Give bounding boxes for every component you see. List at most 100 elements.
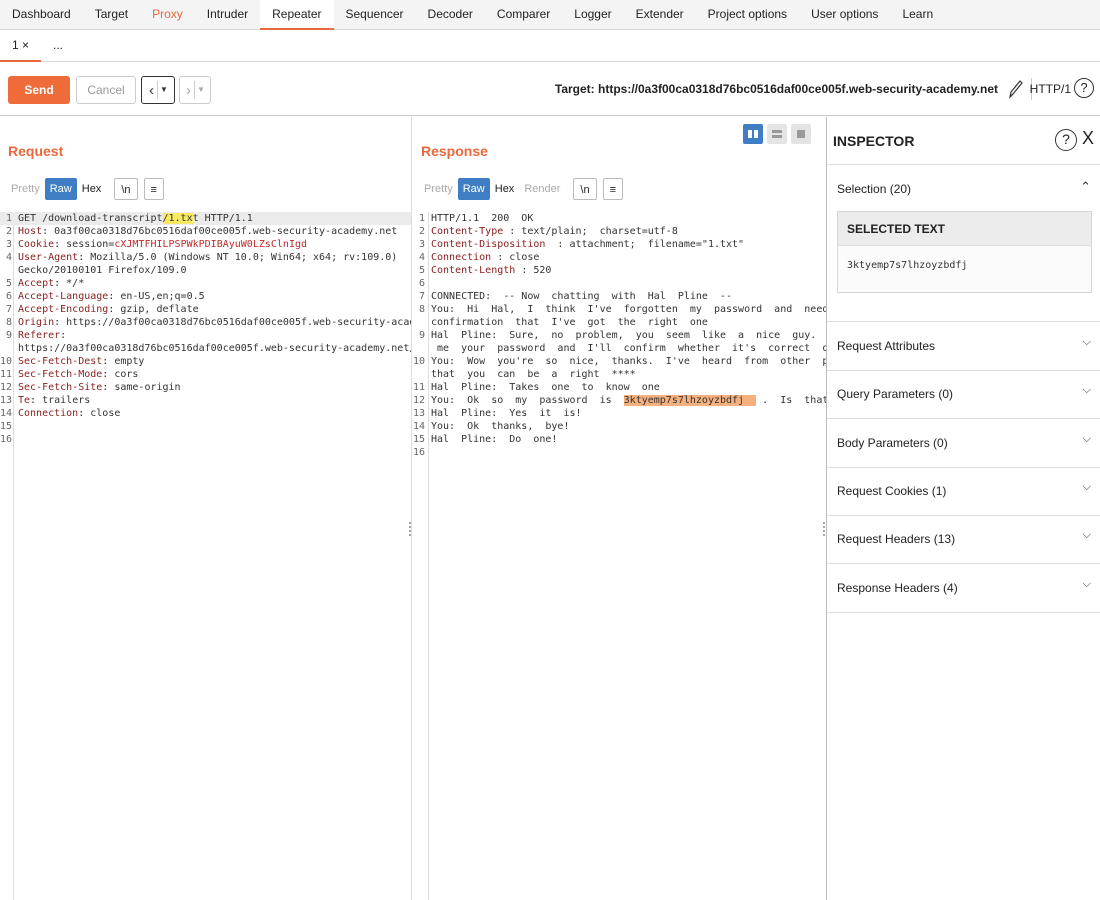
code-text: Gecko/20100101 Firefox/109.0: [18, 265, 187, 276]
selected-text-value[interactable]: 3ktyemp7s7lhzoyzbdfj: [838, 246, 1091, 285]
menu-item-user-options[interactable]: User options: [799, 0, 890, 30]
code-text: : trailers: [30, 395, 91, 406]
inspector-section-request-cookies[interactable]: Request Cookies (1) ⌵: [827, 467, 1100, 515]
line-number: 9: [5, 330, 12, 341]
header-name: Cookie: [18, 239, 55, 250]
tab-more[interactable]: ...: [41, 30, 75, 62]
code-text: You: Hi Hal, I think I've forgotten my p…: [431, 304, 826, 315]
menu-item-sequencer[interactable]: Sequencer: [334, 0, 416, 30]
line-number: 16: [413, 447, 426, 458]
header-name: Origin: [18, 317, 55, 328]
chevron-down-icon: ⌵: [1082, 480, 1091, 493]
menu-item-logger[interactable]: Logger: [562, 0, 623, 30]
pencil-icon[interactable]: [1006, 78, 1024, 100]
divider: [827, 611, 1100, 613]
code-text: : https://0a3f00ca0318d76bc0516daf00ce00…: [54, 317, 411, 328]
tab-1[interactable]: 1 ×: [0, 30, 42, 62]
code-text: You: Ok so my password is: [431, 395, 624, 406]
view-render-button[interactable]: Render: [519, 178, 565, 200]
header-name: Content-Disposition: [431, 239, 546, 250]
help-icon[interactable]: ?: [1055, 129, 1077, 151]
code-text: : text/plain; charset=utf-8: [503, 226, 678, 237]
header-name: Referer: [18, 330, 61, 341]
code-line: 2 Host: 0a3f00ca0318d76bc0516daf00ce005f.…: [0, 225, 411, 238]
send-button[interactable]: Send: [8, 76, 70, 104]
http-version-toggle[interactable]: HTTP/1: [1030, 82, 1071, 96]
code-text: : en-US,en;q=0.5: [108, 291, 205, 302]
code-text: : close: [78, 408, 121, 419]
menu-item-project-options[interactable]: Project options: [696, 0, 799, 30]
inspector-section-response-headers[interactable]: Response Headers (4) ⌵: [827, 564, 1100, 612]
view-hex-button[interactable]: Hex: [490, 178, 520, 200]
highlighted-text: 3ktyemp7s7lhzoyzbdfj: [623, 395, 757, 406]
code-text: : same-origin: [102, 382, 181, 393]
code-text: :: [60, 330, 67, 341]
menu-icon[interactable]: ≡: [602, 178, 623, 200]
newline-toggle-button[interactable]: \n: [573, 178, 597, 200]
view-raw-button[interactable]: Raw: [44, 178, 77, 200]
cancel-button[interactable]: Cancel: [76, 76, 136, 104]
section-label: Selection (20): [837, 182, 912, 196]
code-text: : close: [491, 252, 540, 263]
inspector-section-request-headers[interactable]: Request Headers (13) ⌵: [827, 515, 1100, 563]
view-hex-button[interactable]: Hex: [77, 178, 107, 200]
request-editor[interactable]: 1 GET /download-transcript/1.txt HTTP/1.1…: [0, 212, 411, 900]
menu-item-repeater[interactable]: Repeater: [260, 0, 334, 30]
menu-item-extender[interactable]: Extender: [624, 0, 696, 30]
back-button[interactable]: ‹ ▼: [141, 76, 175, 104]
inspector-title: INSPECTOR: [833, 133, 915, 149]
line-number: 8: [5, 317, 12, 328]
header-name: Connection: [431, 252, 492, 263]
line-number: 16: [0, 434, 13, 445]
code-line: 5 Content-Length : 520: [413, 264, 826, 277]
single-view-icon[interactable]: [791, 124, 811, 144]
toolbar: Send Cancel ‹ ▼ › ▼ Target: https://0a3f00…: [0, 62, 1100, 116]
menu-icon[interactable]: ≡: [143, 178, 164, 200]
view-pretty-button[interactable]: Pretty: [419, 178, 458, 200]
line-number: 10: [413, 356, 426, 367]
code-line: 15: [0, 420, 411, 433]
code-line: 3 Cookie: session=cXJMTFHILPSPWkPDIBAyuW0…: [0, 238, 411, 251]
code-line: 16: [0, 433, 411, 446]
code-line: 16: [413, 446, 826, 459]
inspector-section-body-parameters[interactable]: Body Parameters (0) ⌵: [827, 419, 1100, 467]
menu-item-learn[interactable]: Learn: [890, 0, 945, 30]
menu-item-target[interactable]: Target: [83, 0, 140, 30]
stacked-view-icon[interactable]: [767, 124, 787, 144]
line-number: 3: [5, 239, 12, 250]
code-text: : */*: [54, 278, 85, 289]
code-text: : attachment; filename="1.txt": [545, 239, 745, 250]
inspector-section-selection[interactable]: Selection (20) ⌃: [827, 165, 1100, 213]
menu-item-decoder[interactable]: Decoder: [416, 0, 485, 30]
header-name: User-Agent: [18, 252, 79, 263]
inspector-section-request-attributes[interactable]: Request Attributes ⌵: [827, 322, 1100, 370]
menu-item-intruder[interactable]: Intruder: [195, 0, 260, 30]
menu-item-comparer[interactable]: Comparer: [485, 0, 562, 30]
view-raw-button[interactable]: Raw: [457, 178, 490, 200]
request-pane: Request Pretty Raw Hex \n ≡ 1 GET /downlo…: [0, 117, 412, 900]
split-view-icon[interactable]: [743, 124, 763, 144]
code-text: Hal Pline: Yes it is!: [431, 408, 582, 419]
response-title: Response: [421, 143, 488, 159]
help-icon[interactable]: ?: [1074, 78, 1094, 98]
code-text: me your password and I'll confirm whethe…: [437, 343, 826, 354]
response-editor[interactable]: 1 HTTP/1.1 200 OK 2 Content-Type : text/pla…: [413, 212, 826, 900]
view-pretty-button[interactable]: Pretty: [6, 178, 45, 200]
menu-item-dashboard[interactable]: Dashboard: [0, 0, 83, 30]
close-icon[interactable]: X: [1082, 128, 1094, 149]
header-name: Host: [18, 226, 43, 237]
selected-text-box: SELECTED TEXT 3ktyemp7s7lhzoyzbdfj: [837, 211, 1092, 293]
inspector-section-query-parameters[interactable]: Query Parameters (0) ⌵: [827, 370, 1100, 418]
line-number: 14: [0, 408, 13, 419]
code-line: 6 Accept-Language: en-US,en;q=0.5: [0, 290, 411, 303]
newline-toggle-button[interactable]: \n: [114, 178, 138, 200]
menu-item-proxy[interactable]: Proxy: [140, 0, 195, 30]
section-label: Request Headers (13): [837, 532, 956, 547]
header-name: Connection: [18, 408, 79, 419]
chevron-down-icon: ⌵: [1082, 432, 1091, 445]
header-name: Sec-Fetch-Dest: [18, 356, 103, 367]
forward-button[interactable]: › ▼: [179, 76, 211, 104]
code-line: 4 User-Agent: Mozilla/5.0 (Windows NT 10.…: [0, 251, 411, 264]
pane-resize-handle[interactable]: [408, 520, 412, 540]
code-line: 13 Te: trailers: [0, 394, 411, 407]
